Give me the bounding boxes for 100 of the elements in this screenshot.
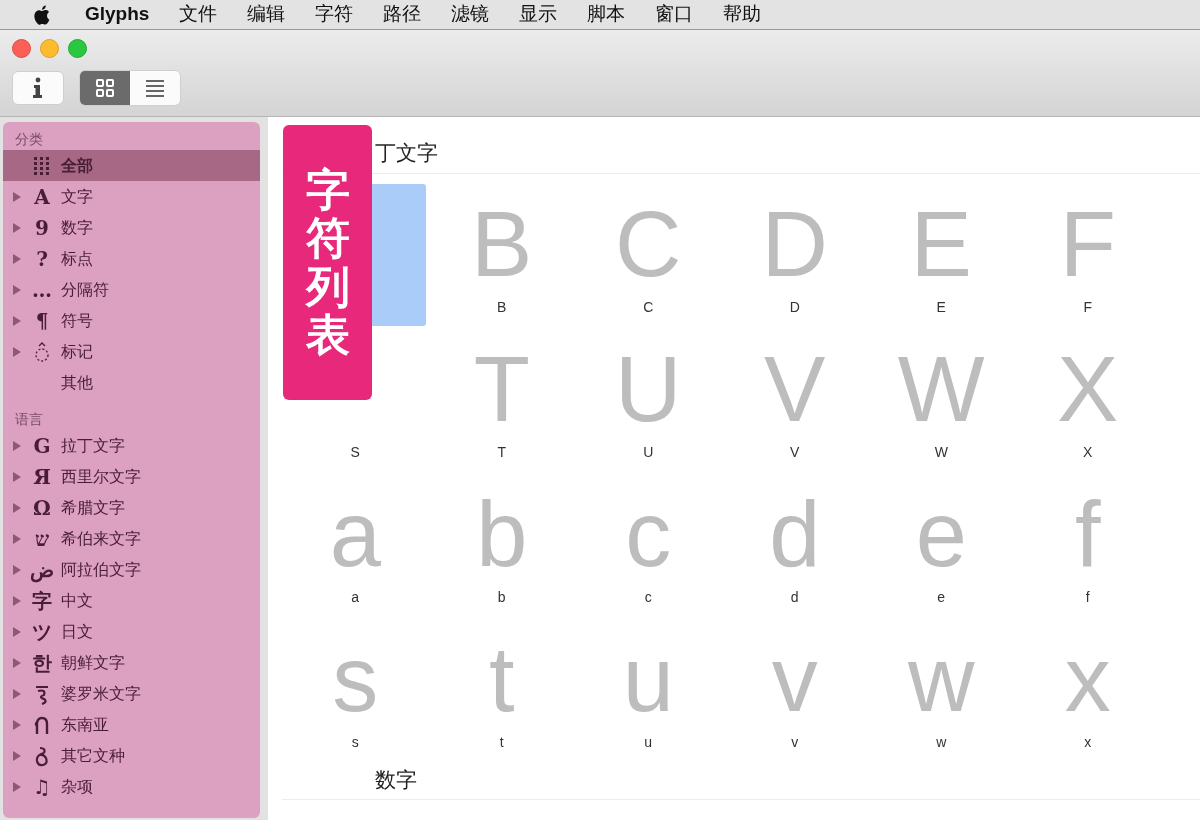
glyph-name: t — [499, 734, 504, 749]
list-view-button[interactable] — [130, 71, 180, 105]
sidebar-item[interactable]: 한 朝鲜文字 — [3, 647, 260, 678]
selected-glyph-cell[interactable] — [372, 183, 427, 326]
menu-item[interactable]: 脚本 — [587, 0, 626, 29]
sidebar-item[interactable]: ¶ 符号 — [3, 305, 260, 336]
glyph-name: s — [351, 734, 359, 749]
glyph-cell[interactable]: D D — [723, 183, 866, 326]
glyph-icon: ¶ — [35, 310, 49, 331]
glyph-cell[interactable]: t t — [430, 618, 573, 761]
disclosure-triangle-icon[interactable] — [13, 471, 21, 482]
sidebar-label: 标点 — [61, 248, 93, 269]
glyph-cell[interactable]: f f — [1016, 473, 1159, 616]
glyph-icon: Я — [33, 466, 51, 487]
menu-item[interactable]: 路径 — [383, 0, 422, 29]
sidebar-item[interactable]: 9 数字 — [3, 212, 260, 243]
glyph-cell[interactable]: e e — [870, 473, 1013, 616]
menu-item[interactable]: 帮助 — [723, 0, 762, 29]
close-button[interactable] — [12, 39, 31, 58]
glyph-cell[interactable]: T T — [430, 328, 573, 471]
sidebar-label: 全部 — [61, 155, 93, 176]
grid-view-button[interactable] — [80, 71, 130, 105]
glyph-cell[interactable]: V V — [723, 328, 866, 471]
glyph-cell[interactable]: B B — [430, 183, 573, 326]
sidebar-item[interactable]: … 分隔符 — [3, 274, 260, 305]
disclosure-triangle-icon[interactable] — [13, 657, 21, 668]
disclosure-triangle-icon[interactable] — [13, 750, 21, 761]
glyph-name: u — [644, 734, 653, 749]
disclosure-triangle-icon[interactable] — [13, 781, 21, 792]
glyph-cell[interactable]: d d — [723, 473, 866, 616]
glyph-cell[interactable]: s s — [284, 618, 427, 761]
sidebar-item[interactable]: Ω 希腊文字 — [3, 492, 260, 523]
disclosure-triangle-icon[interactable] — [13, 533, 21, 544]
glyph-preview: u — [622, 632, 674, 725]
list-icon — [145, 79, 165, 97]
glyph-preview: B — [471, 197, 533, 290]
app-menu[interactable]: Glyphs — [85, 0, 150, 29]
sidebar-item[interactable]: ♫ 杂项 — [3, 771, 260, 802]
disclosure-triangle-icon[interactable] — [13, 346, 21, 357]
glyph-preview: d — [769, 487, 821, 580]
section-heading: 丁文字 — [375, 141, 438, 164]
glyph-cell[interactable]: v v — [723, 618, 866, 761]
menu-item[interactable]: 编辑 — [247, 0, 286, 29]
menu-item[interactable]: 字符 — [315, 0, 354, 29]
glyph-preview: s — [332, 632, 379, 725]
disclosure-triangle-icon[interactable] — [13, 564, 21, 575]
glyph-cell[interactable]: b b — [430, 473, 573, 616]
sidebar-item[interactable]: 东南亚 — [3, 709, 260, 740]
glyph-cell[interactable]: c c — [577, 473, 720, 616]
menu-item[interactable]: 窗口 — [655, 0, 694, 29]
disclosure-triangle-icon[interactable] — [13, 688, 21, 699]
disclosure-triangle-icon[interactable] — [13, 595, 21, 606]
info-button[interactable] — [12, 71, 64, 105]
disclosure-triangle-icon[interactable] — [13, 626, 21, 637]
glyph-cell[interactable]: x x — [1016, 618, 1159, 761]
sidebar-item[interactable]: ? 标点 — [3, 243, 260, 274]
glyph-cell[interactable]: u u — [577, 618, 720, 761]
menu-item[interactable]: 文件 — [179, 0, 218, 29]
minimize-button[interactable] — [40, 39, 59, 58]
disclosure-triangle-icon[interactable] — [13, 315, 21, 326]
disclosure-triangle-icon[interactable] — [13, 284, 21, 295]
sidebar-item[interactable]: A 文字 — [3, 181, 260, 212]
disclosure-triangle-icon[interactable] — [13, 222, 21, 233]
sidebar-item[interactable]: 标记 — [3, 336, 260, 367]
sidebar-item[interactable]: 其它文种 — [3, 740, 260, 771]
disclosure-triangle-icon[interactable] — [13, 253, 21, 264]
sidebar-item[interactable]: 其他 — [3, 367, 260, 398]
glyph-cell[interactable]: a a — [284, 473, 427, 616]
glyph-name: c — [644, 589, 652, 604]
glyph-preview: D — [761, 197, 828, 290]
zoom-button[interactable] — [68, 39, 87, 58]
glyph-cell[interactable]: E E — [870, 183, 1013, 326]
disclosure-triangle-icon[interactable] — [13, 440, 21, 451]
glyph-cell[interactable]: W W — [870, 328, 1013, 471]
glyph-cell[interactable]: X X — [1016, 328, 1159, 471]
glyph-preview: W — [897, 342, 985, 435]
glyph-icon: ? — [36, 248, 48, 269]
sidebar-item[interactable]: ツ 日文 — [3, 616, 260, 647]
sidebar-label: 西里尔文字 — [61, 466, 141, 487]
glyph-name: T — [497, 444, 507, 459]
glyph-cell[interactable]: U U — [577, 328, 720, 471]
disclosure-triangle-icon[interactable] — [13, 719, 21, 730]
glyph-name: v — [791, 734, 799, 749]
sidebar-item[interactable]: Я 西里尔文字 — [3, 461, 260, 492]
glyph-icon: 9 — [35, 217, 49, 238]
glyph-cell[interactable]: w w — [870, 618, 1013, 761]
sidebar-item[interactable]: G 拉丁文字 — [3, 430, 260, 461]
glyph-preview: v — [771, 632, 818, 725]
glyph-name: V — [790, 444, 800, 459]
section-header: 语言 — [15, 409, 43, 429]
disclosure-triangle-icon[interactable] — [13, 502, 21, 513]
sidebar-item[interactable]: 婆罗米文字 — [3, 678, 260, 709]
glyph-cell[interactable]: C C — [577, 183, 720, 326]
menu-item[interactable]: 显示 — [519, 0, 558, 29]
sidebar-item[interactable]: 字 中文 — [3, 585, 260, 616]
menu-item[interactable]: 滤镜 — [451, 0, 490, 29]
dot-grid-icon — [32, 154, 52, 177]
glyph-cell[interactable]: F F — [1016, 183, 1159, 326]
glyph-name: B — [497, 299, 507, 314]
disclosure-triangle-icon[interactable] — [13, 191, 21, 202]
